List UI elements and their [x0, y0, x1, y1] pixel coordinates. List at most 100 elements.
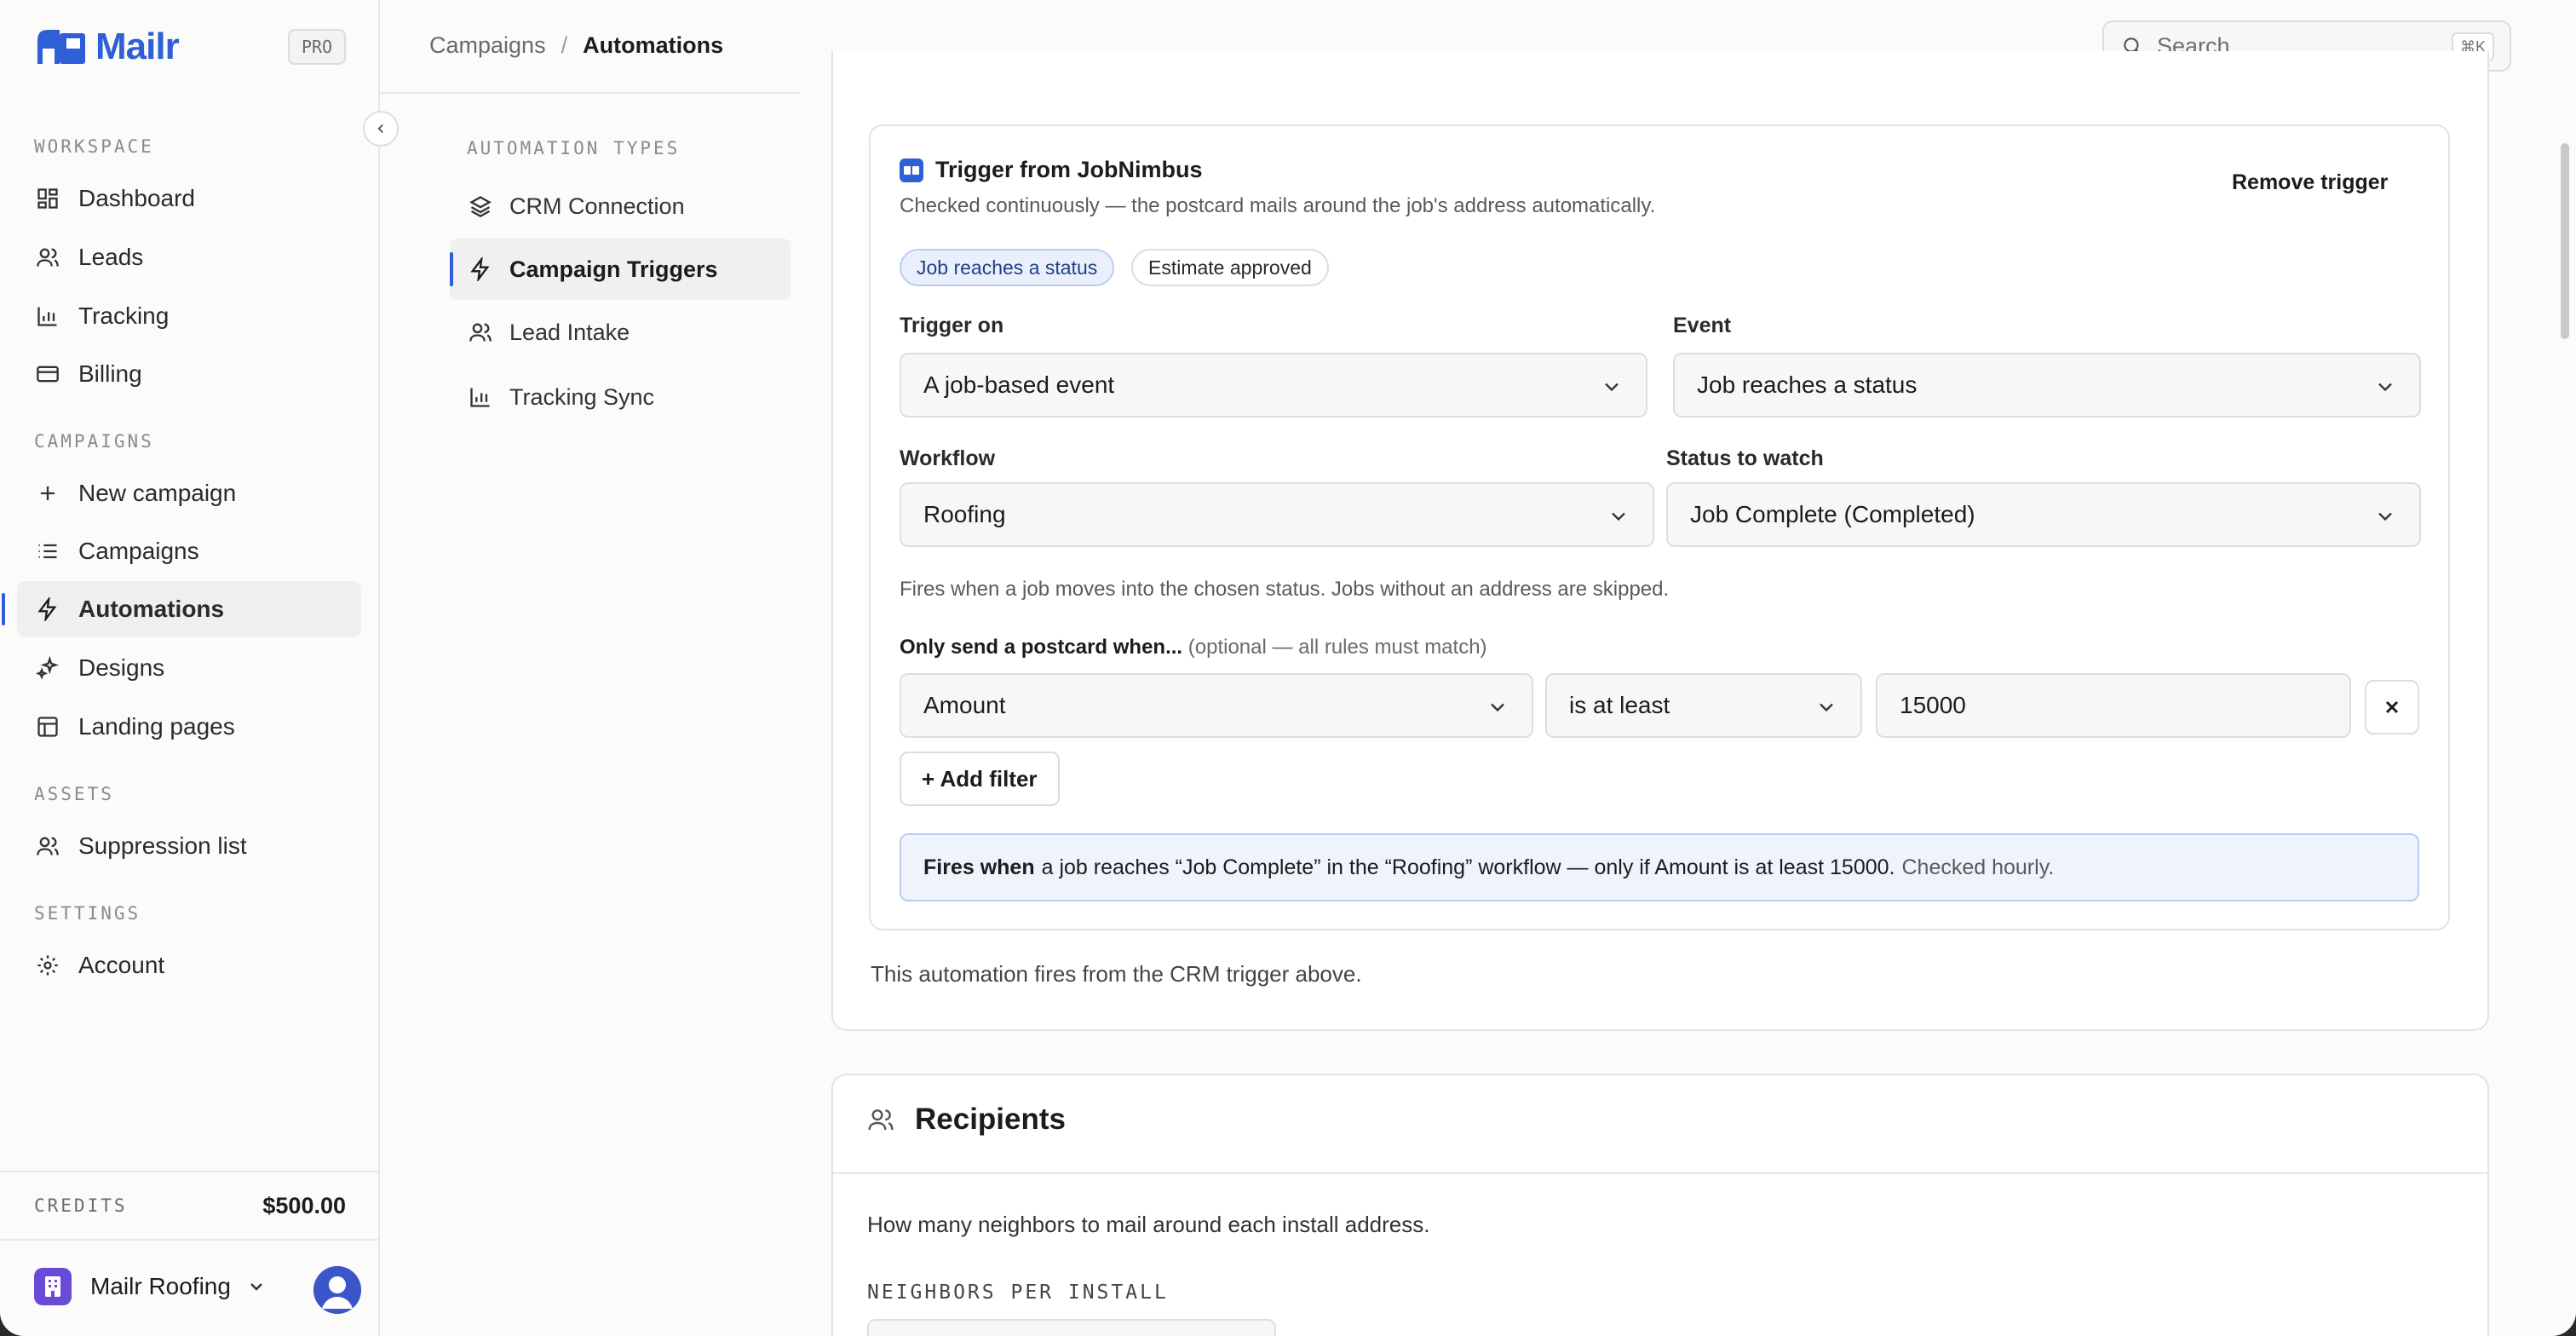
remove-filter-button[interactable]	[2365, 680, 2419, 734]
status-hint: Fires when a job moves into the chosen s…	[900, 578, 1670, 601]
status-select[interactable]: Job Complete (Completed)	[1666, 482, 2421, 547]
subnav-item-lead-intake[interactable]: Lead Intake	[450, 302, 791, 363]
sparkles-icon	[34, 654, 61, 682]
filter-field-value: Amount	[923, 692, 1006, 718]
recipients-title: Recipients	[915, 1103, 1066, 1136]
users-icon	[34, 832, 61, 860]
chevron-down-icon	[2373, 504, 2397, 528]
subnav-item-tracking-sync[interactable]: Tracking Sync	[450, 366, 791, 428]
filters-heading-note: (optional — all rules must match)	[1187, 636, 1487, 659]
sidebar-item-label: Designs	[78, 654, 165, 681]
breadcrumb-current: Automations	[583, 32, 724, 58]
trigger-on-select[interactable]: A job-based event	[900, 353, 1647, 418]
trigger-on-value: A job-based event	[923, 371, 1115, 398]
lightning-icon	[34, 596, 61, 623]
header-divider	[380, 92, 801, 94]
subnav-item-label: Campaign Triggers	[509, 256, 718, 282]
subnav-heading: AUTOMATION TYPES	[467, 138, 681, 158]
recipients-header: Recipients	[867, 1103, 1066, 1137]
add-filter-button[interactable]: + Add filter	[900, 752, 1060, 806]
summary-muted: Checked hourly.	[1901, 855, 2055, 879]
sidebar-item-tracking[interactable]: Tracking	[17, 288, 361, 344]
layers-icon	[467, 193, 494, 220]
sidebar-item-dashboard[interactable]: Dashboard	[17, 170, 361, 227]
sidebar-item-label: Account	[78, 952, 165, 978]
sidebar-item-label: New campaign	[78, 480, 237, 506]
neighbors-per-install-input[interactable]	[867, 1319, 1276, 1336]
filter-field-select[interactable]: Amount	[900, 673, 1533, 738]
sidebar-item-designs[interactable]: Designs	[17, 640, 361, 696]
nav-section-campaigns: CAMPAIGNS	[34, 431, 154, 452]
trigger-description: Checked continuously — the postcard mail…	[900, 194, 1656, 217]
subnav-item-crm-connection[interactable]: CRM Connection	[450, 176, 791, 237]
automation-note: This automation fires from the CRM trigg…	[871, 961, 1362, 987]
chip-estimate-approved[interactable]: Estimate approved	[1131, 249, 1329, 286]
sidebar-item-label: Billing	[78, 360, 142, 387]
bar-chart-icon	[467, 383, 494, 411]
sidebar-item-label: Campaigns	[78, 538, 199, 564]
sidebar-item-label: Leads	[78, 244, 144, 270]
credit-card-icon	[34, 360, 61, 388]
trigger-title-text: Trigger from JobNimbus	[935, 157, 1203, 182]
brand-name: Mailr	[95, 26, 180, 67]
collapse-sidebar-button[interactable]	[363, 111, 399, 147]
subnav-item-label: Tracking Sync	[509, 383, 655, 410]
breadcrumb: Campaigns / Automations	[429, 32, 723, 59]
window-corner-right	[2550, 1311, 2576, 1336]
brand-logo[interactable]: Mailr	[34, 26, 180, 68]
sidebar-item-campaigns[interactable]: Campaigns	[17, 523, 361, 579]
filter-operator-select[interactable]: is at least	[1545, 673, 1862, 738]
sidebar-item-suppression-list[interactable]: Suppression list	[17, 818, 361, 874]
recipients-description: How many neighbors to mail around each i…	[867, 1212, 1430, 1237]
filters-heading-text: Only send a postcard when...	[900, 636, 1183, 659]
org-switcher[interactable]: Mailr Roofing	[34, 1268, 267, 1305]
sidebar-item-automations[interactable]: Automations	[2, 581, 361, 637]
close-icon	[2382, 697, 2402, 717]
subnav-item-campaign-triggers[interactable]: Campaign Triggers	[450, 239, 791, 300]
sidebar-item-landing-pages[interactable]: Landing pages	[17, 699, 361, 755]
sidebar-item-leads[interactable]: Leads	[17, 229, 361, 285]
credits-bar: CREDITS $500.00	[0, 1171, 380, 1241]
plan-badge: PRO	[288, 29, 346, 65]
chip-job-reaches-status[interactable]: Job reaches a status	[900, 249, 1115, 286]
users-icon	[34, 244, 61, 271]
users-icon	[467, 319, 494, 346]
chevron-down-icon	[2373, 375, 2397, 399]
dashboard-icon	[34, 185, 61, 212]
subnav-item-label: CRM Connection	[509, 193, 685, 219]
sidebar-item-label: Landing pages	[78, 713, 235, 740]
jobnimbus-icon	[900, 158, 923, 182]
remove-trigger-button[interactable]: Remove trigger	[2232, 170, 2388, 195]
workflow-value: Roofing	[923, 501, 1006, 527]
trigger-on-label: Trigger on	[900, 314, 1004, 337]
filters-heading: Only send a postcard when... (optional —…	[900, 636, 1487, 659]
event-select[interactable]: Job reaches a status	[1673, 353, 2421, 418]
subnav-item-label: Lead Intake	[509, 319, 630, 345]
list-icon	[34, 538, 61, 565]
filter-value-input[interactable]: 15000	[1876, 673, 2351, 738]
breadcrumb-campaigns[interactable]: Campaigns	[429, 32, 546, 59]
breadcrumb-separator: /	[561, 32, 568, 58]
trigger-title: Trigger from JobNimbus	[900, 157, 1203, 183]
chevron-down-icon	[1814, 695, 1838, 719]
sidebar-item-billing[interactable]: Billing	[17, 346, 361, 402]
summary-body: a job reaches “Job Complete” in the “Roo…	[1041, 855, 1895, 879]
plus-icon	[34, 480, 61, 507]
status-value: Job Complete (Completed)	[1690, 501, 1975, 527]
sidebar-item-account[interactable]: Account	[17, 937, 361, 993]
workflow-select[interactable]: Roofing	[900, 482, 1654, 547]
building-icon	[34, 1268, 72, 1305]
trigger-summary: Fires when a job reaches “Job Complete” …	[900, 833, 2419, 901]
gear-icon	[34, 952, 61, 979]
sidebar-item-new-campaign[interactable]: New campaign	[17, 465, 361, 521]
chevron-down-icon	[1607, 504, 1630, 528]
chevron-down-icon	[246, 1276, 267, 1297]
avatar[interactable]	[313, 1266, 361, 1314]
workflow-label: Workflow	[900, 446, 996, 470]
page-scrollbar[interactable]	[2561, 143, 2569, 339]
event-value: Job reaches a status	[1697, 371, 1918, 398]
credits-value: $500.00	[262, 1192, 346, 1218]
org-name: Mailr Roofing	[90, 1273, 231, 1299]
nav-section-workspace: WORKSPACE	[34, 136, 154, 157]
sidebar-item-label: Suppression list	[78, 832, 247, 859]
